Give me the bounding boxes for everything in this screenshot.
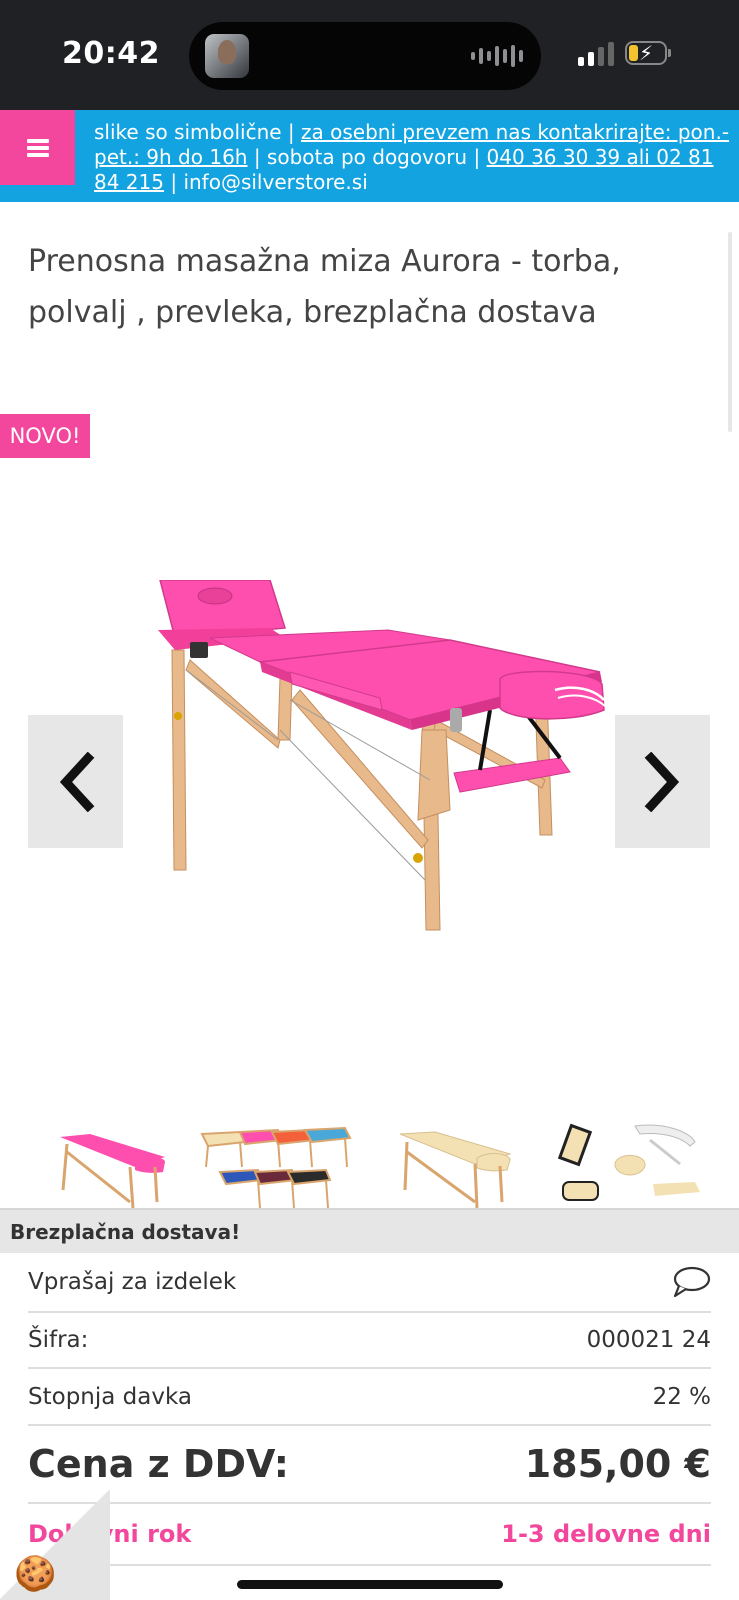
- thumbnail-strip: [0, 1122, 739, 1208]
- clock: 20:42: [62, 36, 160, 71]
- thumbnail-beige-table[interactable]: [395, 1122, 515, 1208]
- header-info-bar: slike so simbolične | za osebni prevzem …: [0, 110, 739, 202]
- cookie-settings-button[interactable]: 🍪: [0, 1490, 110, 1600]
- next-image-button[interactable]: [615, 715, 710, 848]
- product-title: Prenosna masažna miza Aurora - torba, po…: [28, 244, 621, 330]
- status-bar: 20:42 ⚡: [0, 0, 739, 110]
- sku-row: Šifra: 000021 24: [28, 1313, 711, 1369]
- price-label: Cena z DDV:: [28, 1442, 289, 1486]
- delivery-value: 1-3 delovne dni: [501, 1520, 711, 1548]
- price-value: 185,00 €: [524, 1442, 711, 1486]
- cookie-icon: 🍪: [14, 1554, 57, 1594]
- product-image[interactable]: [150, 580, 620, 960]
- dynamic-island[interactable]: [189, 22, 541, 90]
- audio-wave-icon: [471, 44, 523, 68]
- thumbnail-accessories[interactable]: [555, 1122, 715, 1208]
- home-indicator[interactable]: [237, 1580, 503, 1589]
- store-notice: slike so simbolične | za osebni prevzem …: [94, 120, 734, 195]
- hamburger-icon: [26, 138, 49, 157]
- chevron-left-icon: [59, 751, 94, 812]
- email-text: | info@silverstore.si: [163, 170, 368, 194]
- signal-icon: [578, 40, 614, 66]
- ask-about-product[interactable]: Vprašaj za izdelek: [28, 1253, 711, 1313]
- tax-value: 22 %: [652, 1383, 711, 1410]
- tax-label: Stopnja davka: [28, 1383, 192, 1410]
- delivery-time-row: Dobavni rok 1-3 delovne dni: [28, 1504, 711, 1566]
- thumbnail-color-variants[interactable]: [200, 1122, 365, 1208]
- ask-label: Vprašaj za izdelek: [28, 1269, 237, 1295]
- sku-label: Šifra:: [28, 1327, 89, 1353]
- scrollbar[interactable]: [728, 232, 732, 432]
- chevron-right-icon: [644, 751, 679, 812]
- tax-rate-row: Stopnja davka 22 %: [28, 1369, 711, 1426]
- free-delivery-banner: Brezplačna dostava!: [0, 1208, 739, 1253]
- previous-image-button[interactable]: [28, 715, 123, 848]
- thumbnail-pink-table[interactable]: [55, 1122, 170, 1208]
- speech-bubble-icon: [673, 1266, 711, 1298]
- sku-value: 000021 24: [586, 1327, 711, 1353]
- menu-button[interactable]: [0, 110, 75, 185]
- new-badge: NOVO!: [0, 414, 90, 458]
- notice-text-1: slike so simbolične |: [94, 120, 302, 144]
- notice-text-2: | sobota po dogovoru |: [247, 145, 487, 169]
- battery-icon: ⚡: [625, 41, 671, 65]
- price-row: Cena z DDV: 185,00 €: [28, 1426, 711, 1504]
- now-playing-artwork: [205, 34, 249, 78]
